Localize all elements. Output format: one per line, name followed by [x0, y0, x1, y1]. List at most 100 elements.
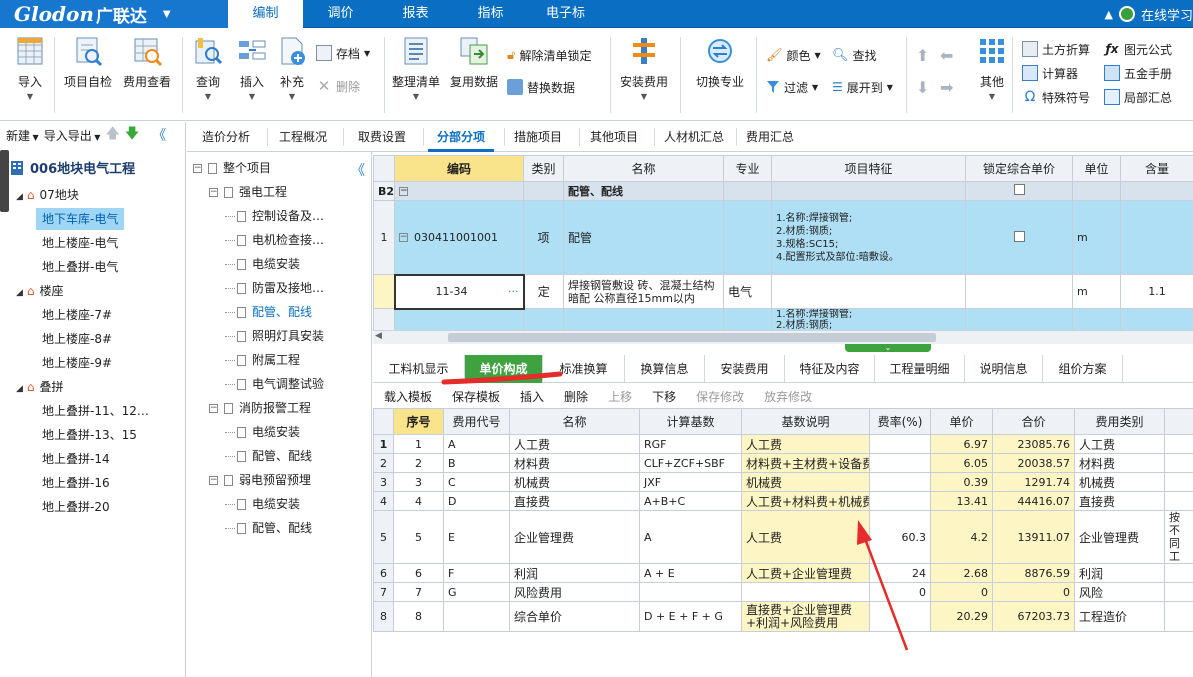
tree-item[interactable]: 地上叠拼-电气: [42, 256, 118, 278]
view-tab[interactable]: 分部分项: [428, 122, 494, 152]
partial-sum-button[interactable]: 局部汇总: [1104, 87, 1172, 107]
expand-caret-icon[interactable]: ◢: [16, 384, 23, 394]
base-desc-cell[interactable]: 材料费+主材费+设备费: [741, 453, 870, 473]
organize-list-button[interactable]: 整理清单 ▼: [392, 35, 440, 115]
seq-cell[interactable]: 6: [393, 563, 444, 583]
division-tree-item[interactable]: 配管、配线: [225, 518, 312, 538]
view-tab[interactable]: 人材机汇总: [659, 122, 729, 152]
unit-price-cell[interactable]: 0: [930, 582, 993, 602]
delete-button[interactable]: ✕ 删除: [316, 76, 360, 96]
move-up-button[interactable]: ⬆: [916, 45, 929, 65]
name-cell[interactable]: 人工费: [509, 434, 640, 454]
tree-item[interactable]: 地上楼座-电气: [42, 232, 118, 254]
supplement-button[interactable]: 补充 ▼: [276, 35, 308, 115]
extra-cell[interactable]: [1164, 472, 1193, 492]
col-header-name[interactable]: 名称: [509, 408, 640, 435]
view-tab[interactable]: 费用汇总: [741, 122, 799, 152]
fee-type-cell[interactable]: 人工费: [1074, 434, 1165, 454]
detail-tool-button[interactable]: 下移: [652, 388, 676, 405]
rate-cell[interactable]: 24: [869, 563, 931, 583]
major-cell[interactable]: [723, 181, 772, 201]
extra-cell[interactable]: [1164, 601, 1193, 632]
tree-item[interactable]: 地上叠拼-20: [42, 496, 110, 518]
detail-tab[interactable]: 工料机显示: [373, 355, 465, 383]
tree-group[interactable]: ◢ ⌂ 叠拼: [16, 376, 64, 398]
extra-cell[interactable]: 按不同工: [1164, 510, 1193, 564]
detail-tab[interactable]: 标准换算: [543, 355, 625, 383]
quantity-cell[interactable]: [1120, 308, 1193, 332]
unit-cell[interactable]: [1072, 308, 1121, 332]
menu-tab[interactable]: 编制: [228, 0, 303, 29]
col-header-fee-type[interactable]: 费用类别: [1074, 408, 1165, 435]
total-cell[interactable]: 20038.57: [992, 453, 1075, 473]
seq-cell[interactable]: 5: [393, 510, 444, 564]
expand-caret-icon[interactable]: ◢: [16, 192, 23, 202]
name-cell[interactable]: 机械费: [509, 472, 640, 492]
division-tree-item[interactable]: − 消防报警工程: [209, 398, 311, 418]
detail-tool-button[interactable]: 保存修改: [696, 388, 744, 405]
fee-view-button[interactable]: 费用查看: [123, 35, 171, 115]
calc-base-cell[interactable]: RGF: [639, 434, 742, 454]
move-left-button[interactable]: ⬅: [940, 45, 953, 65]
project-self-check-button[interactable]: 项目自检: [64, 35, 112, 115]
col-header-quantity[interactable]: 含量: [1120, 155, 1193, 182]
col-header-total[interactable]: 合价: [992, 408, 1075, 435]
detail-tab[interactable]: 特征及内容: [785, 355, 875, 383]
unit-price-cell[interactable]: 20.29: [930, 601, 993, 632]
name-cell[interactable]: 材料费: [509, 453, 640, 473]
view-tab[interactable]: 措施项目: [509, 122, 567, 152]
extra-cell[interactable]: [1164, 434, 1193, 454]
move-down-button[interactable]: ⬇: [916, 77, 929, 97]
col-header-rate[interactable]: 费率(%): [869, 408, 931, 435]
menu-tab[interactable]: 指标: [453, 0, 528, 28]
unit-price-cell[interactable]: 2.68: [930, 563, 993, 583]
lock-checkbox[interactable]: [1013, 184, 1025, 195]
col-header-calc-base[interactable]: 计算基数: [639, 408, 742, 435]
code-cell[interactable]: 11-34 ···: [393, 273, 525, 310]
filter-button[interactable]: 过滤 ▼: [766, 77, 818, 97]
category-cell[interactable]: 定: [523, 274, 564, 309]
fee-type-cell[interactable]: 机械费: [1074, 472, 1165, 492]
division-tree-item[interactable]: 防雷及接地…: [225, 278, 324, 298]
table-row[interactable]: 3 3 C 机械费 JXF 机械费 0.39 1291.74 机械费: [373, 472, 1193, 492]
query-button[interactable]: 查询 ▼: [192, 35, 224, 115]
rate-cell[interactable]: [869, 601, 931, 632]
total-cell[interactable]: 67203.73: [992, 601, 1075, 632]
col-header-unit-price[interactable]: 单价: [930, 408, 993, 435]
calculator-button[interactable]: 计算器: [1022, 63, 1078, 83]
rate-cell[interactable]: 60.3: [869, 510, 931, 564]
project-title[interactable]: 006地块电气工程: [10, 158, 135, 177]
detail-tab[interactable]: 安装费用: [705, 355, 785, 383]
division-tree-item[interactable]: 附属工程: [225, 350, 300, 370]
fee-type-cell[interactable]: 企业管理费: [1074, 510, 1165, 564]
total-cell[interactable]: 0: [992, 582, 1075, 602]
unit-cell[interactable]: [1072, 181, 1121, 201]
table-row[interactable]: 5 5 E 企业管理费 A 人工费 60.3 4.2 13911.07 企业管理费 按不同工: [373, 510, 1193, 564]
col-header-feature[interactable]: 项目特征: [771, 155, 966, 182]
expand-caret-icon[interactable]: ◢: [16, 288, 23, 298]
replace-data-button[interactable]: 替换数据: [507, 77, 575, 97]
feature-cell[interactable]: [771, 274, 966, 309]
unit-price-cell[interactable]: 4.2: [930, 510, 993, 564]
tree-item[interactable]: 地上楼座-9#: [42, 352, 112, 374]
tree-item[interactable]: 地上叠拼-14: [42, 448, 110, 470]
major-cell[interactable]: [723, 308, 772, 332]
fee-code-cell[interactable]: B: [443, 453, 510, 473]
detail-tool-button[interactable]: 放弃修改: [764, 388, 812, 405]
total-cell[interactable]: 13911.07: [992, 510, 1075, 564]
tree-item[interactable]: 地上叠拼-11、12…: [42, 400, 149, 422]
col-header-fee-code[interactable]: 费用代号: [443, 408, 510, 435]
other-button[interactable]: 其他 ▼: [976, 35, 1008, 115]
col-header-seq[interactable]: 序号: [393, 408, 444, 435]
move-right-button[interactable]: ➡: [940, 77, 953, 97]
col-header-name[interactable]: 名称: [563, 155, 724, 182]
seq-cell[interactable]: 7: [393, 582, 444, 602]
expand-to-button[interactable]: ☰ 展开到 ▼: [832, 77, 893, 97]
division-tree-item[interactable]: 电缆安装: [225, 422, 300, 442]
collapse-icon[interactable]: −: [209, 404, 218, 413]
category-cell[interactable]: [523, 308, 564, 332]
seq-cell[interactable]: 4: [393, 491, 444, 511]
name-cell[interactable]: 企业管理费: [509, 510, 640, 564]
menu-tab[interactable]: 电子标: [528, 0, 603, 28]
fee-code-cell[interactable]: C: [443, 472, 510, 492]
